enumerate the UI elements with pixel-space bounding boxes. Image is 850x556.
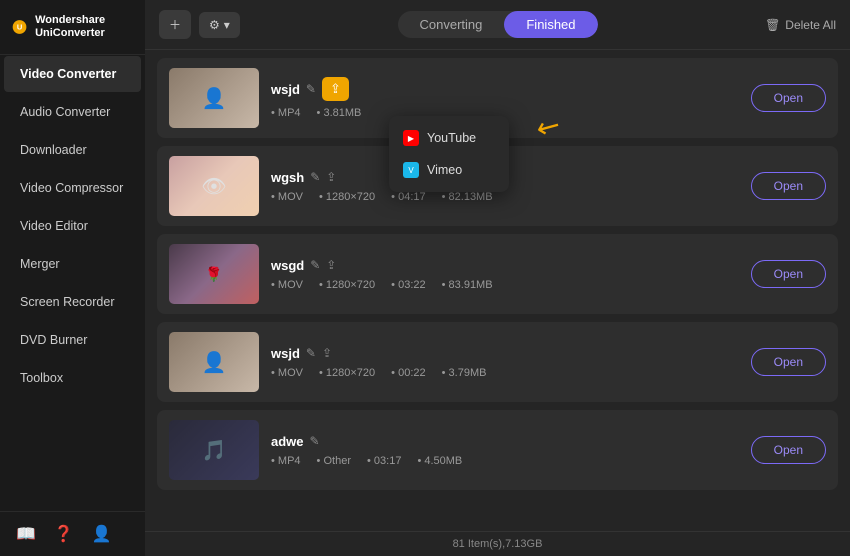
open-button[interactable]: Open (751, 260, 826, 288)
share-icon[interactable]: ⇪ (326, 258, 336, 272)
dropdown-item-youtube[interactable]: ▶ YouTube (389, 122, 509, 154)
help-icon[interactable]: ❓ (54, 524, 74, 544)
share-icon[interactable]: ⇪ (326, 170, 336, 184)
vimeo-icon: V (403, 162, 419, 178)
file-meta: MOV 1280×720 00:22 3.79MB (271, 367, 739, 379)
sidebar-item-screen-recorder[interactable]: Screen Recorder (4, 284, 141, 320)
file-meta: MOV 1280×720 04:17 82.13MB (271, 191, 739, 203)
status-text: 81 Item(s),7.13GB (453, 538, 543, 550)
file-name-row: adwe ✎ (271, 434, 739, 449)
file-thumbnail: 🎵 (169, 420, 259, 480)
file-name: adwe (271, 434, 304, 449)
file-name: wsgd (271, 258, 304, 273)
sidebar-bottom: 📖 ❓ 👤 (0, 511, 145, 556)
toolbar: ＋ ⚙ ▾ Converting Finished 🗑 Delete All (145, 0, 850, 50)
sidebar-item-video-compressor[interactable]: Video Compressor (4, 170, 141, 206)
chevron-down-icon: ▾ (224, 18, 230, 32)
file-name: wsjd (271, 82, 300, 97)
add-file-button[interactable]: ＋ (159, 10, 191, 39)
gear-icon: ⚙ (209, 18, 220, 32)
file-name: wgsh (271, 170, 304, 185)
file-list: 👤 wsjd ✎ ⇪ MP4 3.81MB Open ▶ (145, 50, 850, 531)
table-row: 🌹 wsgd ✎ ⇪ MOV 1280×720 03:22 83.91MB Op… (157, 234, 838, 314)
edit-icon[interactable]: ✎ (310, 434, 320, 448)
sidebar-item-audio-converter[interactable]: Audio Converter (4, 94, 141, 130)
edit-icon[interactable]: ✎ (310, 258, 320, 272)
app-title: Wondershare UniConverter (35, 14, 133, 40)
file-meta: MP4 Other 03:17 4.50MB (271, 455, 739, 467)
table-row: 👤 wsjd ✎ ⇪ MP4 3.81MB Open ▶ (157, 58, 838, 138)
share-dropdown: ▶ YouTube V Vimeo (389, 116, 509, 192)
add-icon: ＋ (169, 16, 181, 33)
trash-icon: 🗑 (765, 18, 780, 32)
table-row: 👤 wsjd ✎ ⇪ MOV 1280×720 00:22 3.79MB Ope… (157, 322, 838, 402)
sidebar-item-video-editor[interactable]: Video Editor (4, 208, 141, 244)
file-info: wsjd ✎ ⇪ MP4 3.81MB (271, 77, 739, 119)
share-icon[interactable]: ⇪ (322, 346, 332, 360)
share-icon: ⇪ (330, 81, 341, 97)
open-button[interactable]: Open (751, 84, 826, 112)
open-button[interactable]: Open (751, 436, 826, 464)
sidebar-item-dvd-burner[interactable]: DVD Burner (4, 322, 141, 358)
sidebar-item-merger[interactable]: Merger (4, 246, 141, 282)
file-meta: MOV 1280×720 03:22 83.91MB (271, 279, 739, 291)
tab-converting[interactable]: Converting (397, 11, 504, 38)
sidebar-item-downloader[interactable]: Downloader (4, 132, 141, 168)
share-button-highlighted[interactable]: ⇪ (322, 77, 349, 101)
file-info: wsgd ✎ ⇪ MOV 1280×720 03:22 83.91MB (271, 258, 739, 291)
tab-group: Converting Finished (397, 11, 597, 38)
main-content: ＋ ⚙ ▾ Converting Finished 🗑 Delete All 👤 (145, 0, 850, 556)
edit-icon[interactable]: ✎ (306, 346, 316, 360)
file-info: wsjd ✎ ⇪ MOV 1280×720 00:22 3.79MB (271, 346, 739, 379)
tab-finished[interactable]: Finished (504, 11, 597, 38)
delete-all-button[interactable]: 🗑 Delete All (765, 18, 836, 32)
file-name-row: wsjd ✎ ⇪ (271, 346, 739, 361)
user-icon[interactable]: 👤 (92, 524, 112, 544)
file-thumbnail: 🌹 (169, 244, 259, 304)
open-button[interactable]: Open (751, 348, 826, 376)
settings-button[interactable]: ⚙ ▾ (199, 12, 240, 38)
sidebar-item-toolbox[interactable]: Toolbox (4, 360, 141, 396)
file-thumbnail: 👤 (169, 68, 259, 128)
edit-icon[interactable]: ✎ (306, 82, 316, 96)
sidebar: U Wondershare UniConverter Video Convert… (0, 0, 145, 556)
dropdown-item-vimeo[interactable]: V Vimeo (389, 154, 509, 186)
file-thumbnail: 👁 (169, 156, 259, 216)
file-info: adwe ✎ MP4 Other 03:17 4.50MB (271, 434, 739, 467)
book-icon[interactable]: 📖 (16, 524, 36, 544)
file-name-row: wsjd ✎ ⇪ (271, 77, 739, 101)
sidebar-item-video-converter[interactable]: Video Converter (4, 56, 141, 92)
app-logo: U Wondershare UniConverter (0, 0, 145, 55)
youtube-icon: ▶ (403, 130, 419, 146)
edit-icon[interactable]: ✎ (310, 170, 320, 184)
app-logo-icon: U (12, 16, 27, 38)
table-row: 🎵 adwe ✎ MP4 Other 03:17 4.50MB Open (157, 410, 838, 490)
file-name-row: wsgd ✎ ⇪ (271, 258, 739, 273)
svg-text:U: U (17, 23, 22, 32)
status-bar: 81 Item(s),7.13GB (145, 531, 850, 556)
file-name: wsjd (271, 346, 300, 361)
file-thumbnail: 👤 (169, 332, 259, 392)
open-button[interactable]: Open (751, 172, 826, 200)
